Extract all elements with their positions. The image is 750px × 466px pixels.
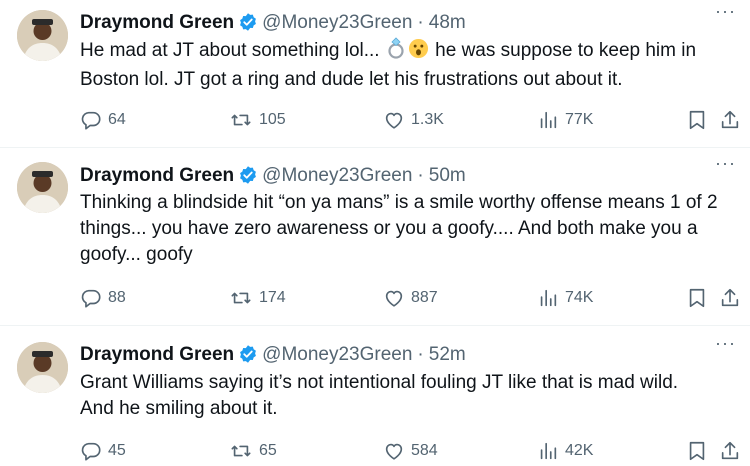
- separator-dot: ·: [417, 12, 424, 33]
- action-bar: 88 174 887 74K: [0, 285, 750, 311]
- share-icon: [721, 288, 739, 307]
- views-count: 74K: [565, 289, 594, 306]
- bookmark-icon: [689, 441, 705, 461]
- bookmark-icon: [689, 288, 705, 308]
- tweet-text-line-1: Grant Williams saying it’s not intention…: [80, 372, 679, 393]
- like-count: 584: [411, 442, 438, 459]
- action-bar: 64 105 1.3K 77K: [0, 107, 750, 133]
- reply-icon: [81, 111, 101, 130]
- like-icon: [385, 290, 403, 307]
- tweet-text-line-2: things... you have zero awareness or you…: [80, 218, 698, 239]
- tweet-text: Grant Williams saying it’s not intention…: [80, 370, 735, 422]
- views-button[interactable]: 77K: [537, 107, 593, 133]
- tweet-1[interactable]: Draymond Green @Money23Green · 48m ··· He m…: [0, 0, 750, 146]
- tweet-text-line-1: He mad at JT about something lol...: [80, 40, 380, 61]
- tweet-3[interactable]: Draymond Green @Money23Green · 52m ··· Gran…: [0, 326, 750, 466]
- avatar[interactable]: [17, 162, 68, 213]
- retweet-count: 174: [259, 289, 286, 306]
- more-options-icon[interactable]: ···: [715, 334, 736, 352]
- bookmark-button[interactable]: [687, 438, 713, 464]
- ring-emoji: [386, 37, 406, 67]
- separator-dot: ·: [417, 165, 424, 186]
- author-name[interactable]: Draymond Green: [80, 344, 234, 365]
- share-button[interactable]: [719, 107, 747, 133]
- avatar[interactable]: [17, 342, 68, 393]
- author-handle[interactable]: @Money23Green: [262, 12, 412, 33]
- separator-dot: ·: [417, 344, 424, 365]
- verified-badge-icon: [238, 12, 258, 40]
- share-icon: [721, 441, 739, 460]
- action-bar: 45 65 584 42K: [0, 438, 750, 464]
- retweet-button[interactable]: 105: [229, 107, 286, 133]
- tweet-text-line-2: Boston lol. JT got a ring and dude let h…: [80, 69, 623, 90]
- more-options-icon[interactable]: ···: [715, 2, 736, 20]
- tweet-text: He mad at JT about something lol... he w…: [80, 37, 735, 93]
- author-name[interactable]: Draymond Green: [80, 165, 234, 186]
- views-icon: [540, 111, 557, 129]
- reply-button[interactable]: 45: [80, 438, 126, 464]
- retweet-count: 65: [259, 442, 277, 459]
- share-button[interactable]: [719, 438, 747, 464]
- tweet-text-line-2: And he smiling about it.: [80, 398, 278, 419]
- retweet-button[interactable]: 65: [229, 438, 277, 464]
- retweet-button[interactable]: 174: [229, 285, 286, 311]
- reply-count: 45: [108, 442, 126, 459]
- timestamp[interactable]: 52m: [429, 344, 466, 365]
- author-handle[interactable]: @Money23Green: [262, 165, 412, 186]
- reply-count: 64: [108, 111, 126, 128]
- verified-badge-icon: [238, 165, 258, 193]
- retweet-icon: [231, 445, 251, 457]
- like-button[interactable]: 887: [383, 285, 438, 311]
- reply-button[interactable]: 88: [80, 285, 126, 311]
- timestamp[interactable]: 48m: [429, 12, 466, 33]
- like-count: 887: [411, 289, 438, 306]
- views-button[interactable]: 42K: [537, 438, 593, 464]
- more-options-icon[interactable]: ···: [715, 154, 736, 172]
- bookmark-button[interactable]: [687, 107, 713, 133]
- author-name[interactable]: Draymond Green: [80, 12, 234, 33]
- like-button[interactable]: 1.3K: [383, 107, 444, 133]
- tweet-text-line-3: goofy... goofy: [80, 244, 193, 265]
- like-icon: [385, 112, 403, 129]
- views-button[interactable]: 74K: [537, 285, 593, 311]
- reply-icon: [81, 289, 101, 308]
- tweet-text-line-1-cont: he was suppose to keep him in: [435, 40, 697, 61]
- avatar[interactable]: [17, 10, 68, 61]
- tweet-2[interactable]: Draymond Green @Money23Green · 50m ··· Thin…: [0, 148, 750, 324]
- tweet-text: Thinking a blindside hit “on ya mans” is…: [80, 190, 735, 268]
- bookmark-icon: [689, 110, 705, 130]
- like-button[interactable]: 584: [383, 438, 438, 464]
- surprised-face-emoji: [408, 38, 429, 67]
- reply-count: 88: [108, 289, 126, 306]
- views-count: 77K: [565, 111, 594, 128]
- like-count: 1.3K: [411, 111, 444, 128]
- tweet-header: Draymond Green @Money23Green · 52m: [80, 342, 466, 368]
- tweet-header: Draymond Green @Money23Green · 48m: [80, 10, 466, 36]
- tweet-text-line-1: Thinking a blindside hit “on ya mans” is…: [80, 192, 718, 213]
- tweet-header: Draymond Green @Money23Green · 50m: [80, 163, 466, 189]
- retweet-count: 105: [259, 111, 286, 128]
- share-icon: [721, 110, 739, 129]
- timestamp[interactable]: 50m: [429, 165, 466, 186]
- views-icon: [540, 442, 557, 460]
- like-icon: [385, 443, 403, 460]
- reply-button[interactable]: 64: [80, 107, 126, 133]
- views-count: 42K: [565, 442, 594, 459]
- author-handle[interactable]: @Money23Green: [262, 344, 412, 365]
- share-button[interactable]: [719, 285, 747, 311]
- bookmark-button[interactable]: [687, 285, 713, 311]
- retweet-icon: [231, 114, 251, 126]
- retweet-icon: [231, 292, 251, 304]
- reply-icon: [81, 442, 101, 461]
- views-icon: [540, 289, 557, 307]
- verified-badge-icon: [238, 344, 258, 372]
